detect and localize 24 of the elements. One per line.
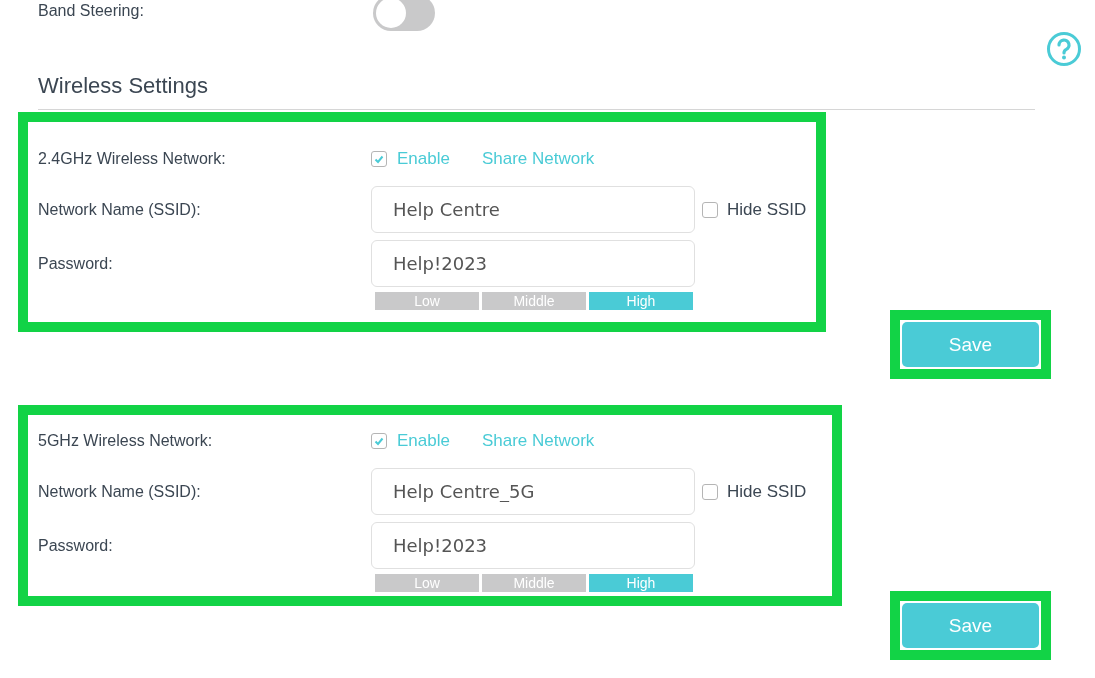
- setting-label: 5GHz Wireless Network:: [38, 432, 214, 450]
- setting-label: Network Name (SSID):: [38, 482, 202, 501]
- setting-label: Password:: [38, 536, 114, 555]
- enable-label: Enable: [397, 431, 450, 451]
- enable-label: Enable: [397, 149, 450, 169]
- help-icon[interactable]: [1046, 31, 1082, 67]
- checkbox[interactable]: [371, 151, 387, 167]
- setting-label: 2.4GHz Wireless Network:: [38, 150, 227, 168]
- strength-segment: High: [589, 574, 693, 592]
- setting-label: Network Name (SSID):: [38, 200, 202, 219]
- toggle-switch[interactable]: [373, 0, 435, 31]
- section-title: Wireless Settings: [37, 73, 209, 99]
- setting-label: Password:: [38, 254, 114, 273]
- ssid-field[interactable]: Help Centre_5G: [371, 468, 695, 515]
- checkbox[interactable]: [702, 201, 718, 218]
- password-field[interactable]: Help!2023: [371, 240, 695, 287]
- ssid-field[interactable]: Help Centre: [371, 186, 695, 233]
- checkbox-label: Hide SSID: [727, 199, 807, 220]
- password-field[interactable]: Help!2023: [371, 522, 695, 569]
- setting-label: Band Steering:: [38, 1, 145, 20]
- strength-segment: High: [589, 292, 693, 310]
- checkbox[interactable]: [702, 483, 718, 500]
- checkbox-label: Hide SSID: [727, 481, 807, 502]
- checkbox[interactable]: [371, 433, 387, 449]
